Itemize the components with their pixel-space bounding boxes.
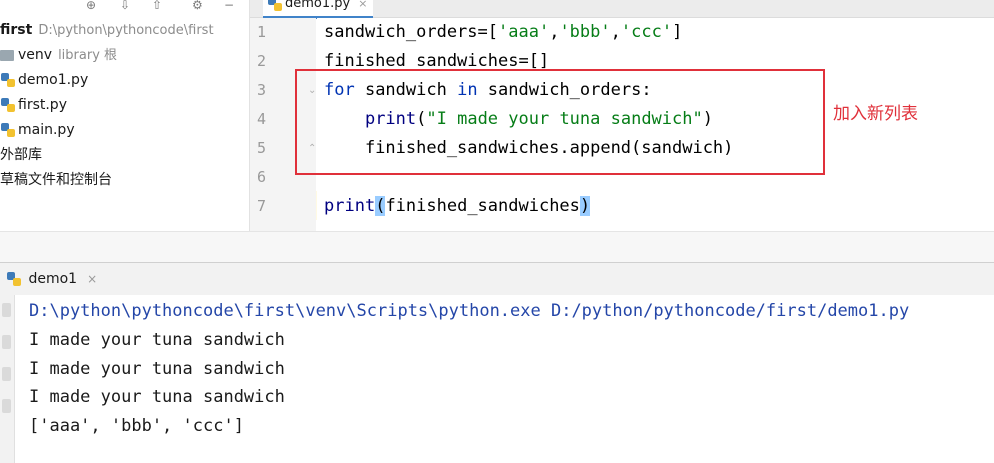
line-number: 3 (257, 81, 267, 99)
line-number: 4 (257, 110, 267, 128)
tree-item-label: demo1.py (18, 72, 89, 88)
console-output[interactable]: D:\python\pythoncode\first\venv\Scripts\… (15, 295, 994, 463)
close-icon[interactable]: × (87, 272, 97, 286)
tree-item-venv[interactable]: venv library 根 (0, 43, 117, 67)
project-root[interactable]: first D:\python\pythoncode\first (0, 18, 214, 42)
line-number: 6 (257, 168, 267, 186)
matched-paren: ) (579, 196, 591, 216)
console-command-line: D:\python\pythoncode\first\venv\Scripts\… (29, 301, 910, 321)
tab-label: demo1.py (285, 0, 351, 11)
string-literal: 'ccc' (620, 22, 673, 42)
code-token: sandwich_orders=[ (324, 22, 498, 42)
python-file-icon (7, 272, 21, 286)
run-tab-demo1[interactable]: demo1 × (6, 267, 97, 291)
line-number: 7 (257, 197, 267, 215)
tree-item-label: 外部库 (0, 147, 42, 163)
code-line-1: sandwich_orders=['aaa','bbb','ccc'] (324, 18, 682, 47)
console-output-line: I made your tuna sandwich (29, 330, 285, 350)
tree-item-scratches[interactable]: 草稿文件和控制台 (0, 168, 112, 192)
up-icon[interactable] (2, 335, 11, 349)
run-tool-bar: demo1 × (0, 262, 994, 296)
console-output-line: ['aaa', 'bbb', 'ccc'] (29, 416, 244, 436)
tree-item-label: first.py (18, 97, 67, 113)
code-token: , (610, 22, 621, 42)
locate-icon[interactable]: ⊕ (86, 0, 96, 11)
project-panel: ⊕ ⇩ ⇧ ⚙ − first D:\python\pythoncode\firs… (0, 0, 250, 262)
python-file-icon (1, 123, 15, 137)
close-icon[interactable]: × (358, 0, 367, 10)
folder-icon (0, 49, 14, 61)
tree-item-label: venv (18, 47, 53, 63)
collapse-all-icon[interactable]: ⇧ (152, 0, 162, 11)
tree-item-label: 草稿文件和控制台 (0, 172, 112, 188)
console-toolbar (0, 295, 15, 463)
editor-tab-bar: demo1.py × (250, 0, 994, 19)
tree-item-external-libraries[interactable]: 外部库 (0, 143, 42, 167)
python-file-icon (1, 73, 15, 87)
tree-item-main[interactable]: main.py (0, 118, 75, 142)
string-literal: 'aaa' (498, 22, 550, 42)
gear-icon[interactable]: ⚙ (192, 0, 203, 11)
code-line-7: print(finished_sandwiches) (324, 192, 591, 221)
builtin-function: print (324, 196, 376, 216)
tree-item-demo1[interactable]: demo1.py (0, 68, 88, 92)
line-number: 1 (257, 23, 267, 41)
down-icon[interactable] (2, 367, 11, 381)
code-token: finished_sandwiches (385, 196, 580, 216)
wrap-icon[interactable] (2, 399, 11, 413)
project-root-path: D:\python\pythoncode\first (38, 23, 214, 38)
tab-demo1[interactable]: demo1.py × (263, 0, 374, 19)
console-output-line: I made your tuna sandwich (29, 387, 285, 407)
project-toolbar: ⊕ ⇩ ⇧ ⚙ − (80, 0, 250, 12)
line-number: 2 (257, 52, 267, 70)
rerun-icon[interactable] (2, 303, 11, 317)
line-number: 5 (257, 139, 267, 157)
tree-item-label: main.py (18, 122, 75, 138)
python-file-icon (1, 98, 15, 112)
console-output-line: I made your tuna sandwich (29, 359, 285, 379)
project-root-name: first (0, 22, 33, 38)
python-file-icon (268, 0, 282, 11)
hide-icon[interactable]: − (224, 0, 234, 11)
code-token: ] (672, 22, 683, 42)
annotation-label: 加入新列表 (833, 104, 918, 124)
tree-item-first[interactable]: first.py (0, 93, 67, 117)
library-root-hint: library 根 (58, 48, 118, 63)
string-literal: 'bbb' (559, 22, 611, 42)
run-tab-label: demo1 (28, 271, 78, 287)
editor-lower-area (0, 231, 994, 262)
matched-paren: ( (375, 196, 386, 216)
annotation-box (295, 69, 825, 175)
expand-all-icon[interactable]: ⇩ (120, 0, 130, 11)
code-token: , (549, 22, 560, 42)
